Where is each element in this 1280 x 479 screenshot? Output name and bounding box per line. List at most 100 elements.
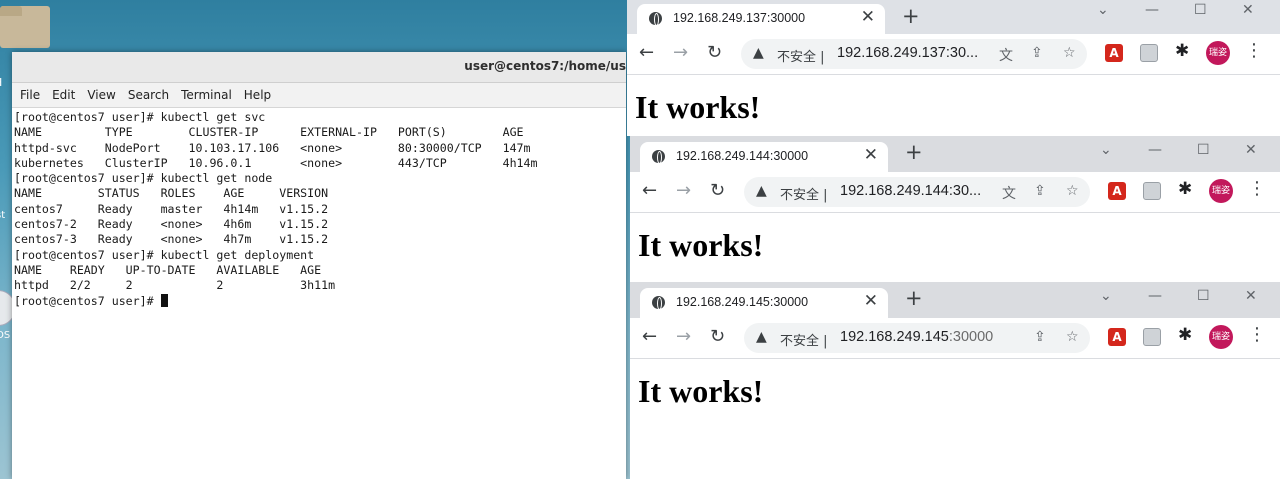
terminal-line: [root@centos7 user]# kubectl get svc <box>14 110 266 124</box>
browser-tab[interactable]: 192.168.249.144:30000 ✕ <box>640 142 888 172</box>
chevron-down-icon[interactable]: ⌄ <box>1100 288 1112 304</box>
forward-icon[interactable]: → <box>676 326 691 347</box>
terminal-line: httpd-svc NodePort 10.103.17.106 <none> … <box>14 140 531 155</box>
warning-icon[interactable]: ▲ <box>756 183 767 199</box>
url-host: 192.168.249.144:30... <box>840 183 982 199</box>
minimize-icon[interactable]: — <box>1148 142 1162 158</box>
translate-icon[interactable]: 文 <box>999 45 1013 65</box>
close-window-icon[interactable]: ✕ <box>1245 288 1257 304</box>
terminal-output[interactable]: [root@centos7 user]# kubectl get svc NAME… <box>12 108 626 311</box>
terminal-titlebar[interactable]: user@centos7:/home/us <box>12 52 626 83</box>
puzzle-icon[interactable]: ✱ <box>1178 179 1196 199</box>
extension-icon[interactable] <box>1143 182 1161 200</box>
terminal-line: NAME TYPE CLUSTER-IP EXTERNAL-IP PORT(S)… <box>14 125 524 140</box>
new-tab-icon[interactable]: + <box>902 4 920 28</box>
menu-edit[interactable]: Edit <box>52 87 75 103</box>
star-icon[interactable]: ☆ <box>1066 183 1079 199</box>
close-window-icon[interactable]: ✕ <box>1245 142 1257 158</box>
close-window-icon[interactable]: ✕ <box>1242 2 1254 18</box>
url-text: 192.168.249.145:30000 <box>840 329 993 345</box>
tab-title: 192.168.249.144:30000 <box>676 149 809 163</box>
url-host: 192.168.249.137:30... <box>837 45 979 61</box>
terminal-title: user@centos7:/home/us <box>464 59 626 73</box>
terminal-line: [root@centos7 user]# kubectl get deploym… <box>14 247 315 262</box>
terminal-line: NAME STATUS ROLES AGE VERSION <box>14 186 329 201</box>
avatar[interactable]: 瑞姿 <box>1206 41 1230 65</box>
forward-icon[interactable]: → <box>676 180 691 201</box>
extension-icon[interactable] <box>1140 44 1158 62</box>
page-heading: It works! <box>635 89 761 125</box>
url-host: 192.168.249.145 <box>840 329 949 345</box>
browser-window-1[interactable]: 192.168.249.137:30000 ✕ + ⌄ — ☐ ✕ ← → ↻ … <box>627 0 1280 136</box>
star-icon[interactable]: ☆ <box>1063 45 1076 61</box>
translate-icon[interactable]: 文 <box>1002 183 1016 203</box>
menu-search[interactable]: Search <box>128 87 169 103</box>
new-tab-icon[interactable]: + <box>905 140 923 164</box>
menu-terminal[interactable]: Terminal <box>181 87 232 103</box>
terminal-line: centos7 Ready master 4h14m v1.15.2 <box>14 201 329 216</box>
close-tab-icon[interactable]: ✕ <box>864 291 878 311</box>
minimize-icon[interactable]: — <box>1148 288 1162 304</box>
terminal-prompt: [root@centos7 user]# <box>14 293 161 308</box>
menu-icon[interactable]: ⋮ <box>1248 324 1266 345</box>
extension-icon[interactable] <box>1143 328 1161 346</box>
new-tab-icon[interactable]: + <box>905 286 923 310</box>
terminal-prompt-line: [root@centos7 user]# <box>14 293 624 309</box>
globe-icon <box>652 296 665 310</box>
puzzle-icon[interactable]: ✱ <box>1175 41 1193 61</box>
warning-icon[interactable]: ▲ <box>753 45 764 61</box>
menu-icon[interactable]: ⋮ <box>1245 40 1263 61</box>
menu-help[interactable]: Help <box>244 87 271 103</box>
close-tab-icon[interactable]: ✕ <box>861 7 875 27</box>
terminal-line: centos7-3 Ready <none> 4h7m v1.15.2 <box>14 232 329 247</box>
chevron-down-icon[interactable]: ⌄ <box>1100 142 1112 158</box>
tab-strip: 192.168.249.144:30000 ✕ + ⌄ — ☐ ✕ <box>630 136 1280 172</box>
reload-icon[interactable]: ↻ <box>707 42 722 63</box>
menu-view[interactable]: View <box>87 87 115 103</box>
globe-icon <box>649 12 662 26</box>
reload-icon[interactable]: ↻ <box>710 180 725 201</box>
menu-file[interactable]: File <box>20 87 40 103</box>
desktop-label-os: OS <box>0 330 11 341</box>
browser-window-2[interactable]: 192.168.249.144:30000 ✕ + ⌄ — ☐ ✕ ← → ↻ … <box>630 136 1280 282</box>
terminal-line: centos7-2 Ready <none> 4h6m v1.15.2 <box>14 217 329 232</box>
address-bar[interactable]: ▲ 不安全 | 192.168.249.137:30... 文 ⇪ ☆ <box>741 39 1087 69</box>
minimize-icon[interactable]: — <box>1145 2 1159 18</box>
desktop-label-home: H <box>0 76 2 89</box>
maximize-icon[interactable]: ☐ <box>1197 288 1210 304</box>
address-bar[interactable]: ▲ 不安全 | 192.168.249.144:30... 文 ⇪ ☆ <box>744 177 1090 207</box>
pdf-extension-icon[interactable]: A <box>1105 44 1123 62</box>
browser-window-3[interactable]: 192.168.249.145:30000 ✕ + ⌄ — ☐ ✕ ← → ↻ … <box>630 282 1280 479</box>
terminal-line: [root@centos7 user]# kubectl get node <box>14 171 273 186</box>
browser-tab[interactable]: 192.168.249.145:30000 ✕ <box>640 288 888 318</box>
maximize-icon[interactable]: ☐ <box>1194 2 1207 18</box>
terminal-line: NAME READY UP-TO-DATE AVAILABLE AGE <box>14 262 322 277</box>
browser-tab[interactable]: 192.168.249.137:30000 ✕ <box>637 4 885 34</box>
menu-icon[interactable]: ⋮ <box>1248 178 1266 199</box>
insecure-label: 不安全 | <box>777 50 825 65</box>
address-bar[interactable]: ▲ 不安全 | 192.168.249.145:30000 ⇪ ☆ <box>744 323 1090 353</box>
url-text: 192.168.249.137:30... <box>837 45 978 61</box>
terminal-window[interactable]: user@centos7:/home/us File Edit View Sea… <box>12 52 626 479</box>
avatar[interactable]: 瑞姿 <box>1209 179 1233 203</box>
avatar[interactable]: 瑞姿 <box>1209 325 1233 349</box>
back-icon[interactable]: ← <box>642 180 657 201</box>
reload-icon[interactable]: ↻ <box>710 326 725 347</box>
desktop-label-trash: st <box>0 210 6 221</box>
pdf-extension-icon[interactable]: A <box>1108 328 1126 346</box>
close-tab-icon[interactable]: ✕ <box>864 145 878 165</box>
star-icon[interactable]: ☆ <box>1066 329 1079 345</box>
pdf-extension-icon[interactable]: A <box>1108 182 1126 200</box>
back-icon[interactable]: ← <box>642 326 657 347</box>
share-icon[interactable]: ⇪ <box>1034 329 1046 345</box>
forward-icon[interactable]: → <box>673 42 688 63</box>
share-icon[interactable]: ⇪ <box>1034 183 1046 199</box>
puzzle-icon[interactable]: ✱ <box>1178 325 1196 345</box>
warning-icon[interactable]: ▲ <box>756 329 767 345</box>
terminal-line: kubernetes ClusterIP 10.96.0.1 <none> 44… <box>14 155 538 170</box>
chevron-down-icon[interactable]: ⌄ <box>1097 2 1109 18</box>
maximize-icon[interactable]: ☐ <box>1197 142 1210 158</box>
insecure-label: 不安全 | <box>780 334 828 349</box>
share-icon[interactable]: ⇪ <box>1031 45 1043 61</box>
back-icon[interactable]: ← <box>639 42 654 63</box>
